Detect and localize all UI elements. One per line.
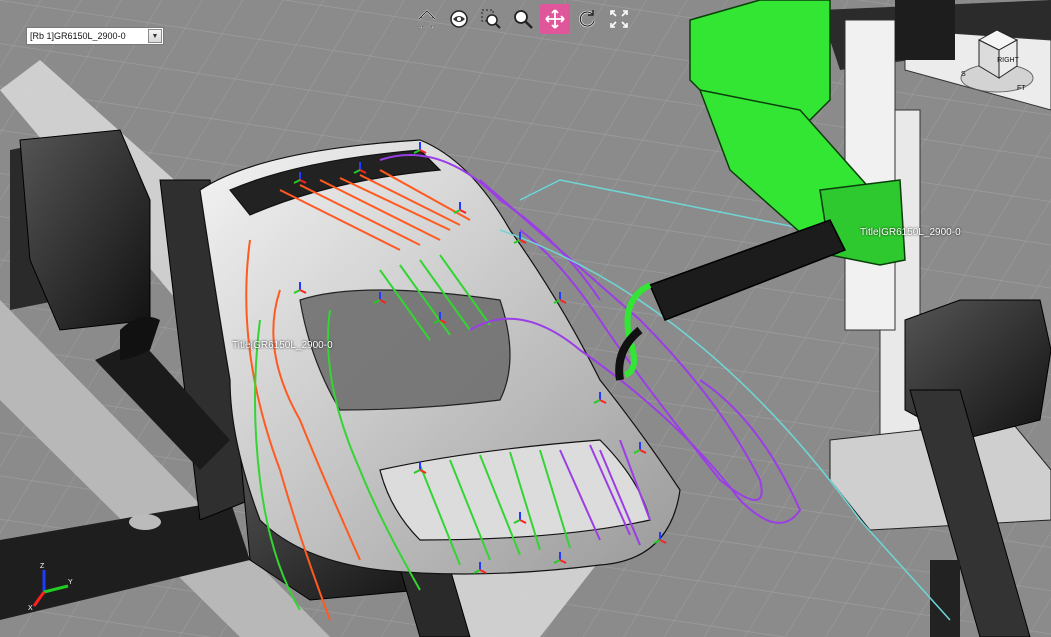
viewcube-side-label: S <box>961 71 966 78</box>
3d-viewport[interactable]: [Rb 1]GR6150L_2900-0 ▼ RIGHT FT S Title|… <box>0 0 1051 637</box>
axis-y-label: Y <box>68 579 73 586</box>
home-icon <box>418 9 436 28</box>
robot-left-name-label: Title|GR6150L_2900-0 <box>232 340 333 351</box>
viewcube-face-label: RIGHT <box>997 57 1020 64</box>
view-cube[interactable]: RIGHT FT S <box>957 20 1037 100</box>
home-button[interactable] <box>412 4 442 34</box>
axis-z-label: Z <box>40 563 45 570</box>
zoom-icon <box>514 10 533 29</box>
view-toolbar <box>412 4 634 34</box>
look-icon <box>450 10 468 28</box>
scene-canvas[interactable] <box>0 0 1051 637</box>
pan-icon <box>545 9 565 29</box>
axis-x-label: X <box>28 605 33 612</box>
robot-selector-value: [Rb 1]GR6150L_2900-0 <box>30 31 126 41</box>
fit-icon <box>610 10 628 28</box>
zoom-window-button[interactable] <box>476 4 506 34</box>
robot-right-name-label: Title|GR6150L_2900-0 <box>860 227 961 238</box>
pan-button[interactable] <box>540 4 570 34</box>
rotate-icon <box>579 10 596 28</box>
zoom-window-icon <box>481 9 501 29</box>
chevron-down-icon[interactable]: ▼ <box>148 29 162 43</box>
rotate-button[interactable] <box>572 4 602 34</box>
look-button[interactable] <box>444 4 474 34</box>
axis-triad: Z Y X <box>28 563 73 612</box>
viewcube-front-label: FT <box>1017 85 1026 92</box>
fit-all-button[interactable] <box>604 4 634 34</box>
robot-selector-dropdown[interactable]: [Rb 1]GR6150L_2900-0 ▼ <box>26 27 164 45</box>
zoom-button[interactable] <box>508 4 538 34</box>
